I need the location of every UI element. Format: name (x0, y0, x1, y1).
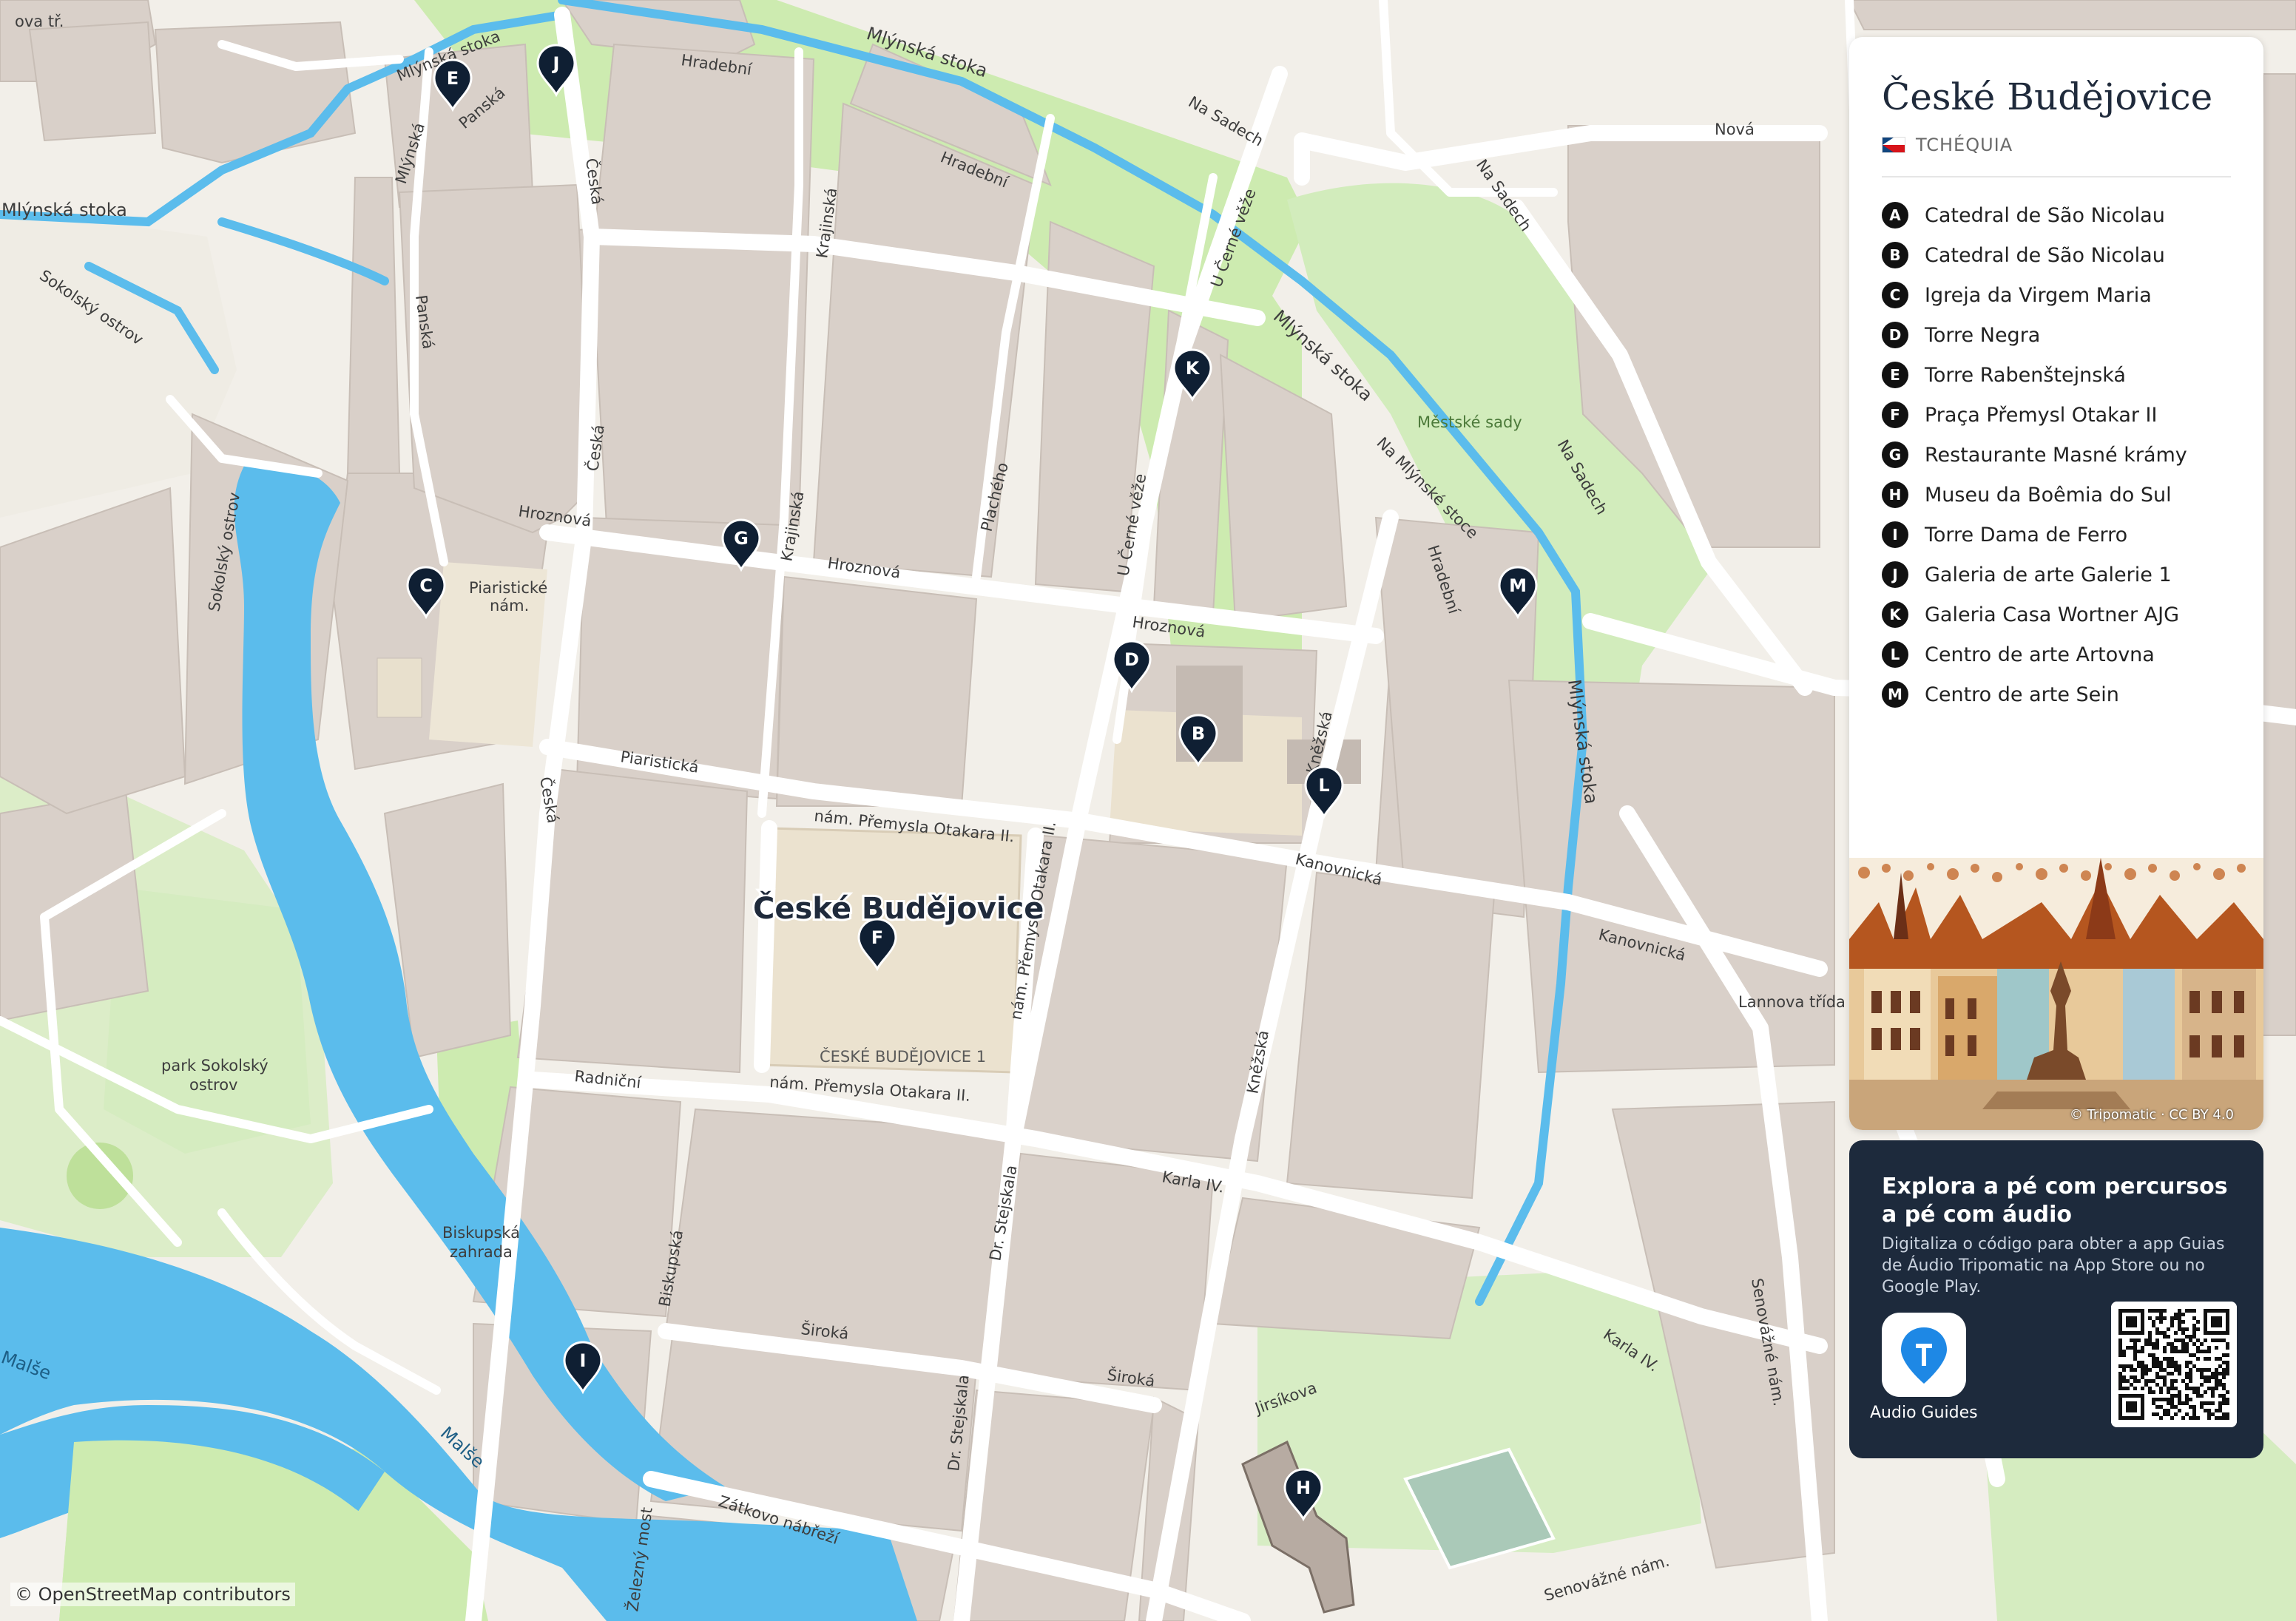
legend-item[interactable]: L Centro de arte Artovna (1882, 634, 2187, 674)
legend-item[interactable]: C Igreja da Virgem Maria (1882, 275, 2187, 315)
legend-key-badge: K (1882, 601, 1908, 628)
street-label: Nová (1715, 121, 1755, 138)
legend-key-badge: C (1882, 282, 1908, 308)
promo-heading: Explora a pé com percursos a pé com áudi… (1882, 1174, 2228, 1228)
map-marker-label: K (1186, 358, 1201, 379)
legend-item[interactable]: K Galeria Casa Wortner AJG (1882, 595, 2187, 634)
legend-panel: České Budějovice TCHÉQUIA A Catedral de S… (1849, 37, 2263, 1130)
legend-item-name: Museu da Boêmia do Sul (1925, 483, 2172, 507)
qr-code[interactable] (2111, 1302, 2237, 1427)
panel-title: České Budějovice (1882, 75, 2213, 118)
legend-key-badge: B (1882, 242, 1908, 268)
legend-key-badge: L (1882, 641, 1908, 668)
legend-key-badge: F (1882, 402, 1908, 428)
map-marker-label: H (1296, 1478, 1311, 1498)
location-pin-icon (1901, 1327, 1947, 1384)
legend-key-badge: G (1882, 441, 1908, 468)
map-marker-label: I (580, 1350, 587, 1371)
place-label: Piaristické (469, 579, 547, 597)
map-marker-label: E (447, 68, 459, 89)
city-illustration (1849, 858, 2263, 1130)
place-label: ČESKÉ BUDĚJOVICE 1 (820, 1047, 986, 1066)
promo-description: Digitaliza o código para obter a app Gui… (1882, 1235, 2225, 1296)
legend-item[interactable]: F Praça Přemysl Otakar II (1882, 395, 2187, 435)
legend-item-name: Centro de arte Sein (1925, 683, 2119, 706)
legend-item[interactable]: I Torre Dama de Ferro (1882, 515, 2187, 555)
audio-guide-promo: Explora a pé com percursos a pé com áudi… (1849, 1140, 2263, 1458)
park-label: zahrada (450, 1243, 513, 1261)
legend-key-badge: J (1882, 561, 1908, 588)
czech-flag-icon (1882, 137, 1905, 153)
park-label: ostrov (189, 1076, 237, 1094)
country-row: TCHÉQUIA (1882, 135, 2013, 155)
legend-key-badge: H (1882, 481, 1908, 508)
canal-label: Mlýnská stoka (1, 200, 127, 220)
app-label: Audio Guides (1870, 1404, 1978, 1422)
legend-key-badge: E (1882, 362, 1908, 388)
legend-item[interactable]: B Catedral de São Nicolau (1882, 235, 2187, 275)
osm-attribution[interactable]: © OpenStreetMap contributors (10, 1583, 295, 1606)
legend-item[interactable]: E Torre Rabenštejnská (1882, 355, 2187, 395)
legend-key-badge: D (1882, 322, 1908, 348)
park-label: Biskupská (442, 1224, 520, 1242)
legend-item[interactable]: M Centro de arte Sein (1882, 674, 2187, 714)
legend-item-name: Restaurante Masné krámy (1925, 443, 2187, 467)
legend-key-badge: A (1882, 202, 1908, 229)
map-marker-label: D (1124, 649, 1139, 670)
legend-item-name: Praça Přemysl Otakar II (1925, 403, 2158, 427)
legend-item[interactable]: J Galeria de arte Galerie 1 (1882, 555, 2187, 595)
park-label: Městské sady (1417, 413, 1522, 431)
legend-item-name: Torre Rabenštejnská (1925, 363, 2126, 387)
divider (1882, 176, 2231, 177)
legend-item-name: Torre Dama de Ferro (1925, 523, 2128, 546)
legend-item-name: Catedral de São Nicolau (1925, 243, 2165, 267)
legend-item-name: Igreja da Virgem Maria (1925, 283, 2152, 307)
country-name: TCHÉQUIA (1916, 135, 2013, 155)
legend-item[interactable]: G Restaurante Masné krámy (1882, 435, 2187, 475)
city-label: České Budějovice (753, 890, 1044, 926)
app-icon[interactable] (1882, 1313, 1966, 1397)
map-marker-label: B (1192, 723, 1205, 744)
legend-key-badge: M (1882, 681, 1908, 708)
legend-item[interactable]: D Torre Negra (1882, 315, 2187, 355)
legend-list: A Catedral de São Nicolau B Catedral de São… (1882, 195, 2187, 714)
legend-item-name: Torre Negra (1925, 323, 2041, 347)
legend-key-badge: I (1882, 521, 1908, 548)
map-marker-label: L (1318, 775, 1329, 796)
street-label: Lannova třída (1738, 993, 1846, 1011)
place-label: nám. (490, 597, 529, 615)
legend-item-name: Galeria Casa Wortner AJG (1925, 603, 2179, 626)
legend-item[interactable]: H Museu da Boêmia do Sul (1882, 475, 2187, 515)
map-marker-label: J (552, 53, 560, 74)
map-marker-label: F (871, 927, 883, 948)
legend-item-name: Catedral de São Nicolau (1925, 203, 2165, 227)
map-marker-label: C (419, 575, 433, 596)
legend-item-name: Galeria de arte Galerie 1 (1925, 563, 2172, 586)
map-marker-label: M (1509, 575, 1527, 596)
park-label: park Sokolský (161, 1057, 269, 1075)
legend-item-name: Centro de arte Artovna (1925, 643, 2155, 666)
legend-item[interactable]: A Catedral de São Nicolau (1882, 195, 2187, 235)
illustration-credit: © Tripomatic · CC BY 4.0 (2069, 1107, 2234, 1123)
map-marker-label: G (734, 528, 749, 549)
street-label: ova tř. (15, 13, 64, 30)
